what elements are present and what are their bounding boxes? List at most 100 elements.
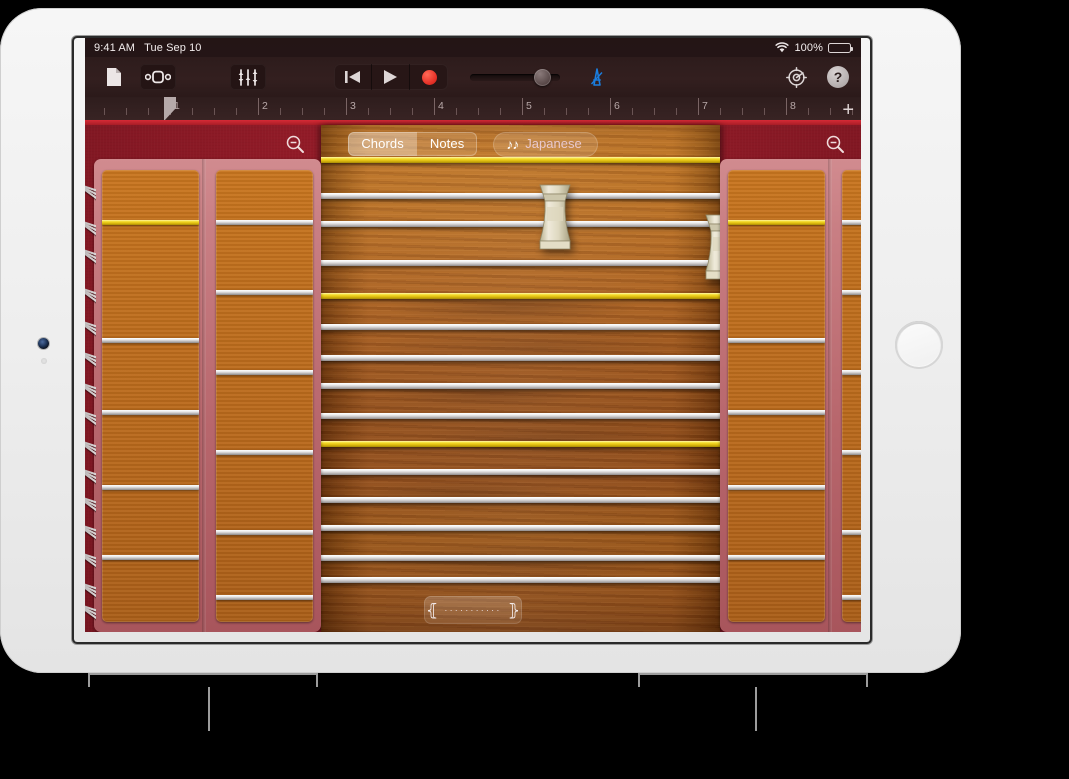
ambient-sensor-icon — [41, 358, 47, 364]
ruler-beat-tick — [588, 108, 589, 115]
chord-strip-string — [216, 450, 313, 455]
volume-slider-knob[interactable] — [534, 68, 551, 86]
callout-left-bracket — [88, 673, 318, 687]
ruler-bar-label: 5 — [526, 100, 532, 112]
chord-strip-string — [728, 555, 825, 560]
ruler-bar-label: 2 — [262, 100, 268, 112]
instrument-resize-handle[interactable]: ⦃ ··········· ⦄ — [424, 596, 522, 624]
ruler-beat-tick — [368, 108, 369, 115]
handle-dots-icon: ··········· — [444, 604, 502, 615]
ruler-bar-line — [346, 98, 347, 115]
ruler-beat-tick — [324, 108, 325, 115]
koto-string[interactable] — [321, 555, 720, 561]
chord-strip-left-2[interactable] — [216, 170, 313, 622]
segment-notes[interactable]: Notes — [417, 132, 477, 156]
master-volume-slider[interactable] — [470, 68, 560, 86]
metronome-icon[interactable] — [582, 64, 612, 90]
brace-right-icon: ⦄ — [507, 600, 521, 620]
home-button[interactable] — [895, 321, 943, 369]
koto-string[interactable] — [321, 577, 720, 583]
timeline-ruler[interactable]: 12345678 + — [85, 97, 861, 125]
strip-divider — [828, 159, 832, 632]
chord-strip-string — [216, 290, 313, 295]
chord-strip-string — [842, 290, 861, 295]
koto-string[interactable] — [321, 293, 720, 299]
callout-left-leader-line — [208, 687, 210, 731]
ruler-bar-line — [698, 98, 699, 115]
chord-strip-string — [728, 220, 825, 225]
chord-strip-string — [102, 555, 199, 560]
ruler-beat-tick — [566, 108, 567, 115]
ruler-beat-tick — [192, 108, 193, 115]
ruler-bar-label: 7 — [702, 100, 708, 112]
toolbar-center-group — [334, 64, 612, 90]
chord-strip-string — [102, 485, 199, 490]
chord-strip-string — [842, 220, 861, 225]
record-icon[interactable] — [410, 64, 448, 90]
scale-selector-button[interactable]: ♪♪ Japanese — [493, 131, 598, 157]
brace-left-icon: ⦃ — [425, 600, 439, 620]
koto-string[interactable] — [321, 355, 720, 361]
zoom-out-icon-right[interactable] — [825, 134, 845, 154]
ruler-beat-tick — [720, 108, 721, 115]
ruler-beat-tick — [214, 108, 215, 115]
ruler-bar-line — [522, 98, 523, 115]
status-time: 9:41 AM — [94, 41, 136, 54]
scale-label: Japanese — [525, 136, 582, 151]
ruler-beat-tick — [280, 108, 281, 115]
chord-strip-string — [102, 220, 199, 225]
ruler-beat-tick — [544, 108, 545, 115]
koto-string[interactable] — [321, 441, 720, 447]
status-bar-right: 100% — [775, 41, 853, 54]
ruler-beat-tick — [764, 108, 765, 115]
double-eighth-note-icon: ♪♪ — [506, 135, 519, 152]
ruler-beat-tick — [742, 108, 743, 115]
ruler-beat-tick — [632, 108, 633, 115]
koto-string[interactable] — [321, 413, 720, 419]
main-toolbar: ? — [85, 57, 861, 97]
ruler-beat-tick — [104, 108, 105, 115]
battery-percent: 100% — [794, 41, 823, 54]
transport-controls — [334, 64, 448, 90]
koto-string[interactable] — [321, 324, 720, 330]
chord-strip-right-1[interactable] — [728, 170, 825, 622]
play-icon[interactable] — [372, 64, 410, 90]
chord-strip-string — [728, 485, 825, 490]
status-bar-left: 9:41 AM Tue Sep 10 — [85, 42, 202, 54]
rewind-to-start-icon[interactable] — [334, 64, 372, 90]
koto-string[interactable] — [321, 383, 720, 389]
chord-strip-string — [216, 220, 313, 225]
chord-strip-right-2[interactable] — [842, 170, 861, 622]
track-view-icon[interactable] — [140, 64, 176, 90]
left-chord-strip-group — [94, 159, 321, 632]
add-track-button[interactable]: + — [842, 100, 854, 120]
ipad-screen: 9:41 AM Tue Sep 10 100% ? 1 2 3 4 5 6 7 … — [85, 38, 861, 632]
ruler-beat-tick — [676, 108, 677, 115]
koto-string[interactable] — [321, 221, 720, 227]
koto-string[interactable] — [321, 469, 720, 475]
zoom-out-icon-left[interactable] — [285, 134, 305, 154]
chord-strip-string — [842, 450, 861, 455]
koto-string[interactable] — [321, 497, 720, 503]
koto-string[interactable] — [321, 260, 720, 266]
ruler-beat-tick — [654, 108, 655, 115]
settings-gear-icon[interactable] — [781, 64, 811, 90]
segment-chords[interactable]: Chords — [348, 132, 417, 156]
chord-strip-string — [216, 370, 313, 375]
chord-strip-string — [842, 595, 861, 600]
ruler-beat-tick — [302, 108, 303, 115]
document-icon[interactable] — [98, 64, 128, 90]
fader-controls-icon[interactable] — [230, 64, 266, 90]
chord-strip-string — [102, 338, 199, 343]
koto-soundboard[interactable] — [321, 125, 720, 632]
ruler-beat-tick — [148, 108, 149, 115]
status-bar: 9:41 AM Tue Sep 10 100% — [85, 38, 861, 57]
ruler-beat-tick — [390, 108, 391, 115]
koto-string[interactable] — [321, 193, 720, 199]
koto-string[interactable] — [321, 525, 720, 531]
chord-strip-left-1[interactable] — [102, 170, 199, 622]
help-button[interactable]: ? — [827, 66, 849, 88]
playhead[interactable] — [164, 97, 177, 121]
chords-notes-segmented-control[interactable]: Chords Notes — [348, 132, 478, 156]
callout-right-bracket — [638, 673, 868, 687]
